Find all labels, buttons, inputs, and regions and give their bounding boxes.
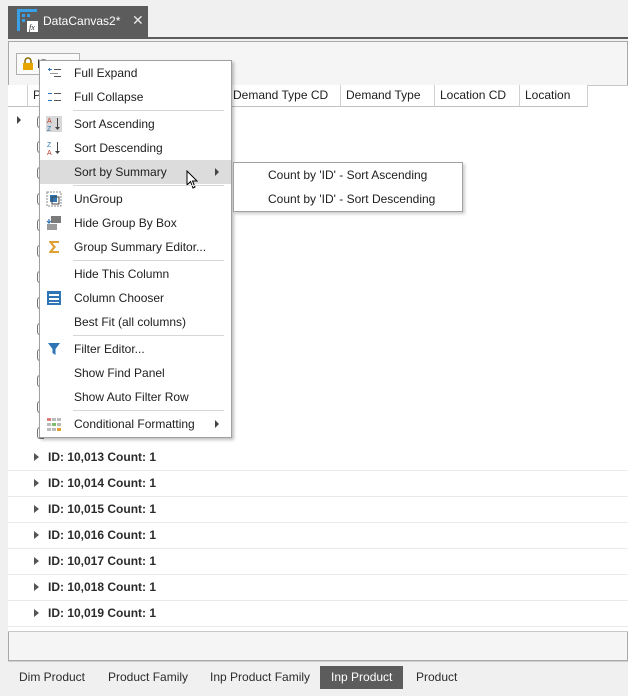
sort-descending-icon: ZA [47, 142, 60, 156]
datacanvas-fx-icon: fx [17, 9, 38, 32]
document-tab[interactable]: fx DataCanvas2* ✕ [8, 6, 148, 37]
menu-item-group-summary-editor[interactable]: Group Summary Editor... [40, 235, 231, 259]
menu-separator [73, 260, 224, 261]
menu-separator [73, 110, 224, 111]
ungroup-icon [46, 191, 62, 207]
menu-item-show-auto-filter-row[interactable]: Show Auto Filter Row [40, 385, 231, 409]
menu-separator [73, 410, 224, 411]
group-row[interactable]: ID: 10,019 Count: 1 [34, 600, 156, 626]
menu-item-best-fit[interactable]: Best Fit (all columns) [40, 310, 231, 334]
svg-text:A: A [47, 118, 52, 125]
group-row[interactable]: ID: 10,018 Count: 1 [34, 574, 156, 600]
menu-item-sort-by-summary[interactable]: Sort by Summary [40, 160, 231, 184]
menu-item-show-find-panel[interactable]: Show Find Panel [40, 361, 231, 385]
document-tab-title: DataCanvas2* [43, 14, 121, 28]
tab-inp-product-family[interactable]: Inp Product Family [199, 666, 321, 689]
full-expand-icon [48, 68, 61, 77]
menu-separator [73, 185, 224, 186]
close-tab-icon[interactable]: ✕ [132, 12, 144, 29]
focused-row-indicator-icon [17, 116, 21, 124]
menu-item-ungroup[interactable]: UnGroup [40, 187, 231, 211]
lock-icon [23, 57, 33, 70]
tab-product-family[interactable]: Product Family [97, 666, 199, 689]
column-header-demand-type-cd[interactable]: Demand Type CD [228, 85, 341, 107]
svg-text:fx: fx [29, 23, 35, 32]
submenu-arrow-icon [215, 168, 219, 176]
submenu-item-count-sort-descending[interactable]: Count by 'ID' - Sort Descending [234, 187, 462, 211]
full-collapse-icon [48, 93, 61, 101]
column-chooser-icon [47, 291, 61, 305]
tab-dim-product[interactable]: Dim Product [8, 666, 96, 689]
row-divider [8, 626, 628, 627]
group-row[interactable]: ID: 10,013 Count: 1 [34, 444, 156, 470]
group-row[interactable]: ID: 10,015 Count: 1 [34, 496, 156, 522]
menu-item-filter-editor[interactable]: Filter Editor... [40, 337, 231, 361]
tab-underline [8, 37, 628, 39]
menu-separator [73, 335, 224, 336]
expand-arrow-icon[interactable] [34, 452, 39, 461]
menu-item-full-expand[interactable]: Full Expand [40, 61, 231, 85]
menu-item-sort-ascending[interactable]: AZ Sort Ascending [40, 112, 231, 136]
tab-product[interactable]: Product [405, 666, 468, 689]
expand-arrow-icon[interactable] [34, 478, 39, 487]
menu-item-sort-descending[interactable]: ZA Sort Descending [40, 136, 231, 160]
sigma-icon [49, 241, 59, 253]
expand-arrow-icon[interactable] [34, 582, 39, 591]
group-row[interactable]: ID: 10,014 Count: 1 [34, 470, 156, 496]
group-row[interactable]: ID: 10,017 Count: 1 [34, 548, 156, 574]
submenu-item-count-sort-ascending[interactable]: Count by 'ID' - Sort Ascending [234, 163, 462, 187]
filter-icon [48, 343, 60, 355]
menu-item-hide-this-column[interactable]: Hide This Column [40, 262, 231, 286]
row-indicator-header [8, 85, 28, 107]
column-header-demand-type[interactable]: Demand Type [341, 85, 435, 107]
svg-text:Z: Z [47, 142, 52, 149]
submenu-arrow-icon [215, 420, 219, 428]
svg-text:Z: Z [47, 126, 52, 132]
menu-item-hide-group-by-box[interactable]: Hide Group By Box [40, 211, 231, 235]
column-header-location[interactable]: Location [520, 85, 588, 107]
expand-arrow-icon[interactable] [34, 608, 39, 617]
conditional-formatting-icon [47, 418, 61, 431]
expand-arrow-icon[interactable] [34, 530, 39, 539]
menu-item-full-collapse[interactable]: Full Collapse [40, 85, 231, 109]
svg-text:A: A [47, 150, 52, 156]
sort-ascending-icon: AZ [46, 116, 62, 132]
menu-item-conditional-formatting[interactable]: Conditional Formatting [40, 412, 231, 436]
hide-group-box-icon [46, 216, 61, 230]
column-header-location-cd[interactable]: Location CD [435, 85, 520, 107]
expand-arrow-icon[interactable] [34, 556, 39, 565]
expand-arrow-icon[interactable] [34, 504, 39, 513]
group-row[interactable]: ID: 10,016 Count: 1 [34, 522, 156, 548]
tab-inp-product[interactable]: Inp Product [320, 666, 404, 689]
menu-item-column-chooser[interactable]: Column Chooser [40, 286, 231, 310]
